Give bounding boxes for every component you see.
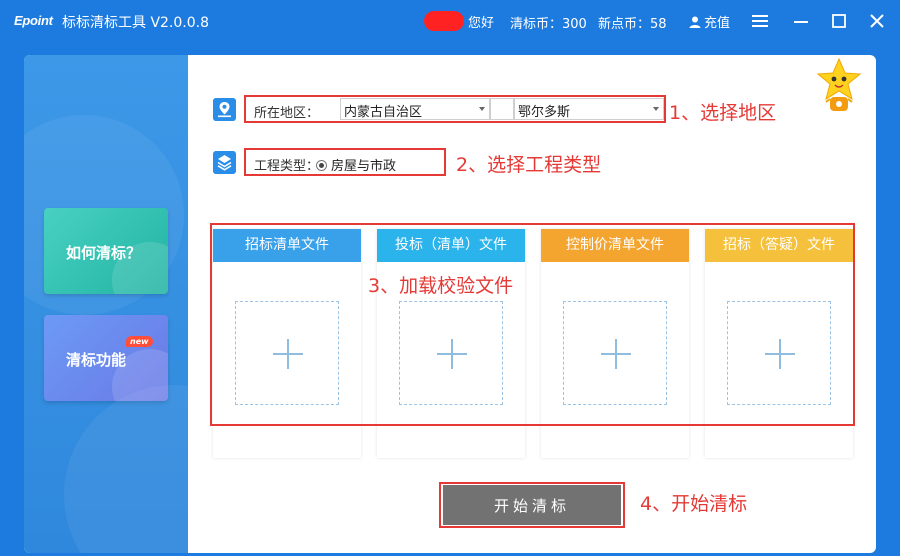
app-title: 标标清标工具 V2.0.0.8: [62, 15, 210, 31]
location-pin-icon: [213, 98, 236, 121]
radio-selected-icon: [316, 160, 327, 171]
how-to-clear-card[interactable]: 如何清标？: [44, 208, 168, 294]
project-type-radio[interactable]: 房屋与市政: [316, 155, 396, 174]
minimize-icon[interactable]: [790, 10, 812, 32]
title-bar: Epoint 标标清标工具 V2.0.0.8 您好 清标币：300 新点币：58…: [0, 0, 900, 44]
clear-functions-card[interactable]: 清标功能 new: [44, 315, 168, 401]
recharge-link[interactable]: 充值: [688, 12, 730, 31]
step2-annotation: 2、选择工程类型: [456, 154, 602, 176]
start-clearing-button[interactable]: 开始清标: [443, 485, 621, 525]
region-label: 所在地区：: [254, 106, 320, 121]
province-value: 内蒙古自治区: [344, 105, 423, 120]
mascot-star-icon: [816, 57, 862, 111]
select-spacer: [490, 98, 514, 120]
province-select[interactable]: 内蒙古自治区: [340, 98, 490, 120]
files-highlight-box: [210, 223, 855, 426]
layers-icon: [213, 151, 236, 174]
step3-annotation: 3、加载校验文件: [368, 275, 514, 297]
maximize-icon[interactable]: [828, 10, 850, 32]
chevron-down-icon: [479, 107, 485, 111]
new-badge: new: [126, 336, 153, 347]
recharge-label: 充值: [704, 16, 731, 31]
project-type-label: 工程类型：: [254, 159, 320, 174]
coin-balance: 清标币：300: [510, 17, 587, 32]
app-logo: Epoint: [14, 13, 53, 28]
close-icon[interactable]: [866, 10, 888, 32]
chevron-down-icon: [653, 107, 659, 111]
xindian-coin-balance: 新点币：58: [598, 17, 667, 32]
sidebar: 如何清标？ 清标功能 new: [24, 55, 284, 553]
menu-icon[interactable]: [749, 10, 771, 32]
greeting-text: 您好: [468, 16, 495, 31]
city-value: 鄂尔多斯: [518, 105, 571, 120]
city-select[interactable]: 鄂尔多斯: [514, 98, 664, 120]
step1-annotation: 1、选择地区: [669, 102, 777, 124]
step4-annotation: 4、开始清标: [640, 493, 748, 515]
project-type-option: 房屋与市政: [331, 159, 397, 174]
user-icon: [689, 16, 701, 28]
user-avatar[interactable]: [424, 11, 464, 31]
